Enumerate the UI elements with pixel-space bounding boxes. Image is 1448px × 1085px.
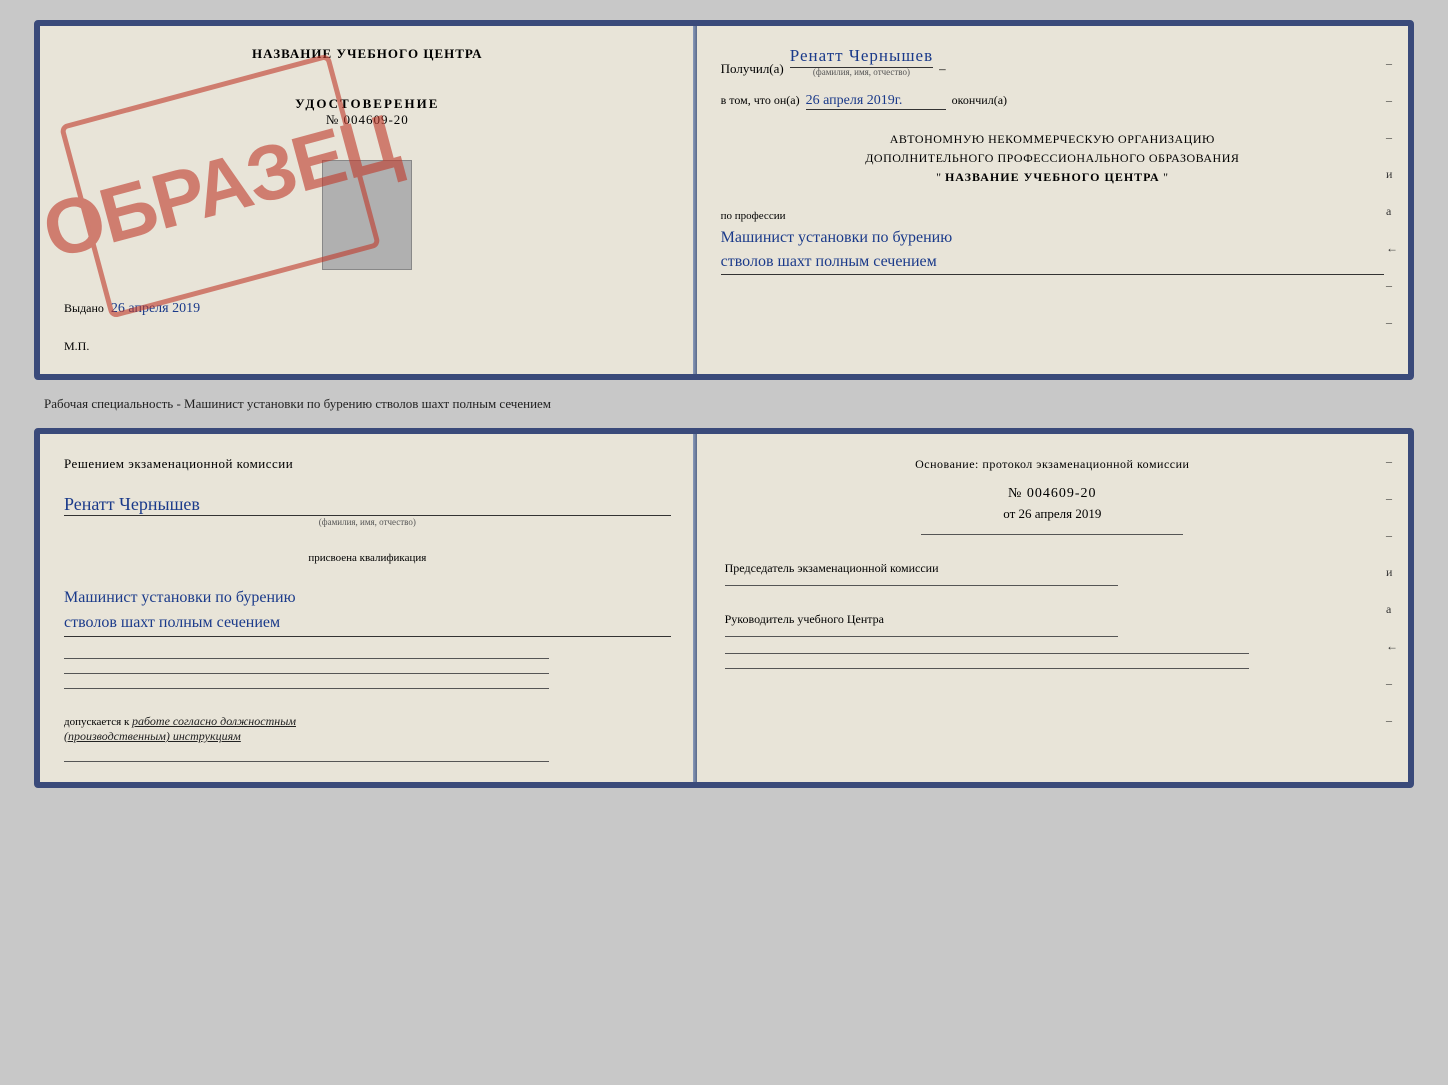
document-top: НАЗВАНИЕ УЧЕБНОГО ЦЕНТРА УДОСТОВЕРЕНИЕ №… — [34, 20, 1414, 380]
mp-line: М.П. — [64, 339, 671, 354]
dopuskaetsya-block: допускается к работе согласно должностны… — [64, 714, 671, 744]
blank-lines-bottom — [64, 761, 671, 762]
right-side-dashes: – – – и а ← – – — [1386, 56, 1398, 330]
vtom-line: в том, что он(а) 26 апреля 2019г. окончи… — [721, 93, 1384, 110]
photo-placeholder — [322, 160, 412, 270]
vydano-line: Выдано 26 апреля 2019 — [64, 301, 671, 317]
center-title: НАЗВАНИЕ УЧЕБНОГО ЦЕНТРА — [64, 46, 671, 72]
fio-block: Ренатт Чернышев (фамилия, имя, отчество) — [64, 494, 671, 527]
doc2-right: – – – и а ← – – Основание: протокол экза… — [697, 434, 1408, 782]
separator-line — [921, 534, 1183, 535]
doc1-right: – – – и а ← – – Получил(а) Ренатт Черныш… — [697, 26, 1408, 374]
document-bottom: Решением экзаменационной комиссии Ренатт… — [34, 428, 1414, 788]
resheniem-block: Решением экзаменационной комиссии — [64, 454, 671, 475]
poluchil-line: Получил(а) Ренатт Чернышев (фамилия, имя… — [721, 46, 1384, 77]
proto-date: от 26 апреля 2019 — [725, 506, 1380, 522]
blank-lines-right — [725, 653, 1380, 669]
doc1-left: НАЗВАНИЕ УЧЕБНОГО ЦЕНТРА УДОСТОВЕРЕНИЕ №… — [40, 26, 697, 374]
qual-block: Машинист установки по бурению стволов ша… — [64, 581, 671, 637]
udost-block: УДОСТОВЕРЕНИЕ № 004609-20 — [64, 96, 671, 128]
blank-lines-left — [64, 658, 671, 689]
profession-block: по профессии Машинист установки по бурен… — [721, 204, 1384, 275]
rukovoditel-block: Руководитель учебного Центра — [725, 610, 1380, 645]
right-side-dashes2: – – – и а ← – – — [1386, 454, 1398, 728]
osnovanie-block: Основание: протокол экзаменационной коми… — [725, 454, 1380, 476]
predsedatel-block: Председатель экзаменационной комиссии — [725, 559, 1380, 594]
doc2-left: Решением экзаменационной комиссии Ренатт… — [40, 434, 697, 782]
between-docs-text: Рабочая специальность - Машинист установ… — [34, 392, 1414, 416]
org-block: АВТОНОМНУЮ НЕКОММЕРЧЕСКУЮ ОРГАНИЗАЦИЮ ДО… — [721, 130, 1384, 188]
proto-number: № 004609-20 — [725, 486, 1380, 502]
prisvoena-block: присвоена квалификация — [64, 552, 671, 564]
